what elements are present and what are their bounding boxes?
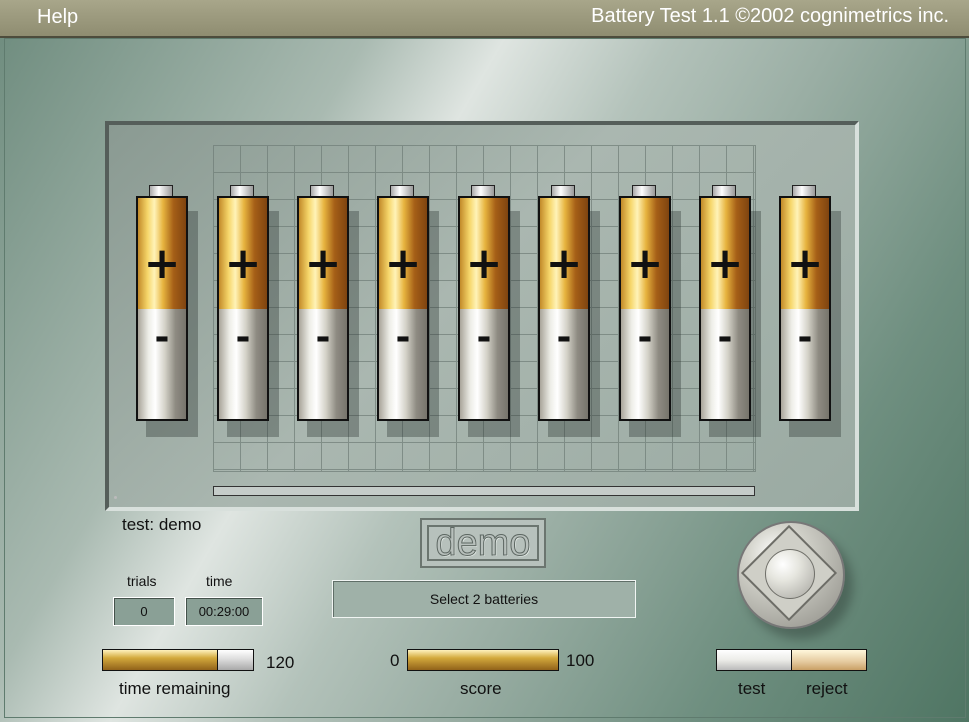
plus-symbol: +: [706, 238, 744, 289]
demo-logo-text: demo: [427, 521, 539, 564]
minus-symbol: -: [315, 317, 331, 358]
battery-3[interactable]: + -: [297, 185, 359, 437]
minus-symbol: -: [637, 317, 653, 358]
time-value-box: 00:29:00: [185, 597, 263, 626]
battery-body: + -: [136, 196, 188, 421]
battery-body: + -: [779, 196, 831, 421]
time-label: time: [206, 573, 233, 589]
battery-6[interactable]: + -: [538, 185, 600, 437]
trials-value: 0: [140, 604, 148, 619]
time-remaining-bar: [102, 649, 254, 671]
battery-body: + -: [538, 196, 590, 421]
test-button[interactable]: [716, 649, 792, 671]
plus-symbol: +: [786, 238, 824, 289]
battery-7[interactable]: + -: [619, 185, 681, 437]
selection-track: [213, 486, 755, 496]
plus-symbol: +: [384, 238, 422, 289]
battery-body: + -: [458, 196, 510, 421]
battery-body: + -: [619, 196, 671, 421]
battery-9[interactable]: + -: [779, 185, 841, 437]
battery-2[interactable]: + -: [217, 185, 279, 437]
minus-symbol: -: [476, 317, 492, 358]
score-bar: [407, 649, 559, 671]
battery-body: + -: [217, 196, 269, 421]
minus-symbol: -: [154, 317, 170, 358]
battery-1[interactable]: + -: [136, 185, 198, 437]
minus-symbol: -: [797, 317, 813, 358]
help-menu[interactable]: Help: [37, 6, 78, 29]
status-message-box: Select 2 batteries: [332, 580, 636, 618]
reject-button-label: reject: [806, 679, 848, 698]
time-remaining-max: 120: [266, 653, 295, 672]
battery-body: + -: [377, 196, 429, 421]
app-title: Battery Test 1.1 ©2002 cognimetrics inc.: [591, 5, 949, 27]
reject-button[interactable]: [791, 649, 867, 671]
plus-symbol: +: [626, 238, 664, 289]
battery-5[interactable]: + -: [458, 185, 520, 437]
plus-symbol: +: [545, 238, 583, 289]
battery-test-app: Help Battery Test 1.1 ©2002 cognimetrics…: [0, 0, 969, 722]
test-name-label: test: demo: [122, 515, 202, 534]
minus-symbol: -: [235, 317, 251, 358]
joystick-ball[interactable]: [765, 549, 815, 599]
time-remaining-unfilled: [217, 650, 253, 670]
status-message: Select 2 batteries: [429, 591, 539, 607]
score-min: 0: [390, 651, 400, 670]
demo-logo: demo: [420, 518, 546, 568]
battery-body: + -: [297, 196, 349, 421]
minus-symbol: -: [556, 317, 572, 358]
score-max: 100: [566, 651, 595, 670]
test-button-label: test: [738, 679, 766, 698]
panel-corner-dot: [114, 496, 117, 499]
trials-label: trials: [127, 573, 157, 589]
minus-symbol: -: [717, 317, 733, 358]
plus-symbol: +: [465, 238, 503, 289]
battery-8[interactable]: + -: [699, 185, 761, 437]
battery-body: + -: [699, 196, 751, 421]
plus-symbol: +: [304, 238, 342, 289]
battery-panel: + - + - + - + - + - + - + - + - + -: [105, 121, 859, 511]
top-bar: Help Battery Test 1.1 ©2002 cognimetrics…: [0, 0, 969, 38]
plus-symbol: +: [143, 238, 181, 289]
battery-4[interactable]: + -: [377, 185, 439, 437]
plus-symbol: +: [224, 238, 262, 289]
time-value: 00:29:00: [198, 604, 250, 619]
minus-symbol: -: [395, 317, 411, 358]
time-remaining-label: time remaining: [119, 679, 231, 698]
score-label: score: [460, 679, 502, 698]
trials-value-box: 0: [113, 597, 175, 626]
